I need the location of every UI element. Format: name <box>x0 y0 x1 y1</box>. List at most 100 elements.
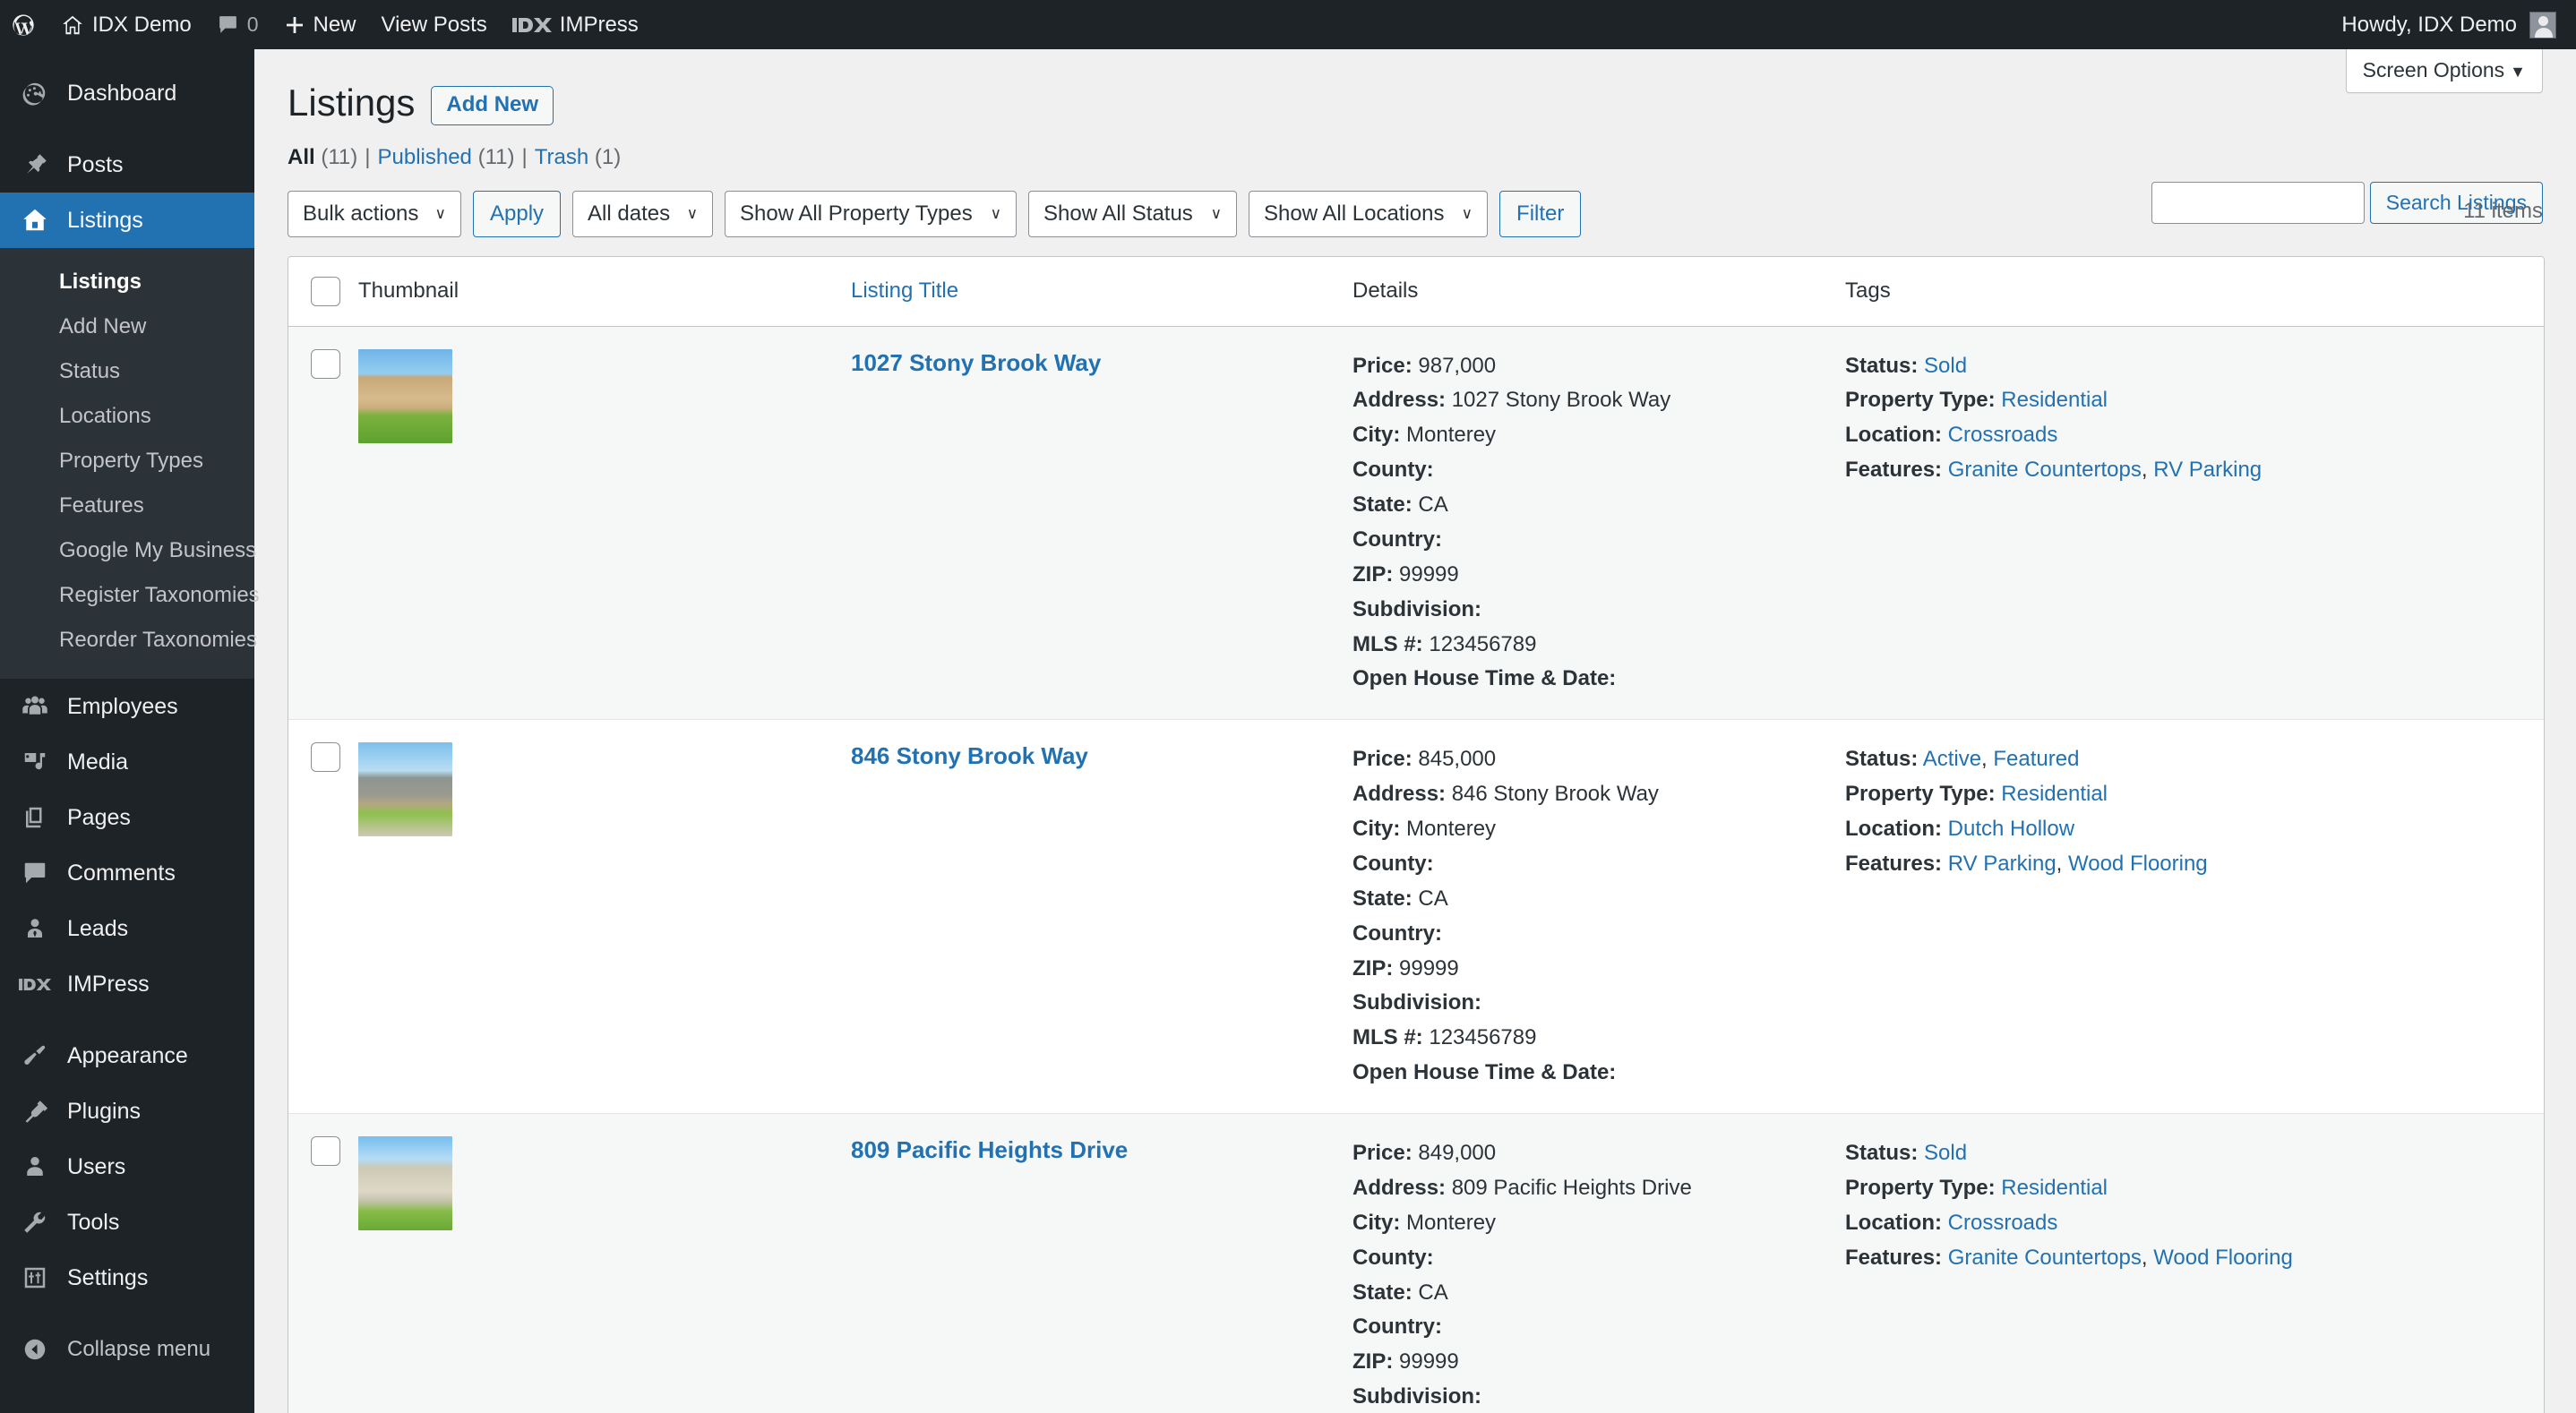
row-select-checkbox[interactable] <box>311 1136 340 1167</box>
table-row: 846 Stony Brook Way Price: 845,000 Address… <box>288 719 2544 1114</box>
sidebar-item-posts[interactable]: Posts <box>0 137 254 193</box>
listing-title-link[interactable]: 846 Stony Brook Way <box>851 742 1088 769</box>
detail-state: State: CA <box>1352 886 1448 911</box>
tag-link[interactable]: Residential <box>2001 388 2108 412</box>
listing-title-link[interactable]: 1027 Stony Brook Way <box>851 349 1101 376</box>
account-menu[interactable]: Howdy, IDX Demo <box>2341 11 2576 39</box>
admin-sidebar-menu: Dashboard Posts Listings Listings Add Ne… <box>0 49 260 1413</box>
detail-city: City: Monterey <box>1352 423 1497 448</box>
listing-thumbnail[interactable] <box>358 1136 452 1231</box>
sidebar-item-comments[interactable]: Comments <box>0 845 254 901</box>
collapse-menu-label: Collapse menu <box>67 1337 211 1361</box>
submenu-item-status[interactable]: Status <box>0 349 254 394</box>
comments-button[interactable]: 0 <box>204 0 271 49</box>
sidebar-item-media[interactable]: Media <box>0 734 254 790</box>
bulk-actions-select[interactable]: Bulk actions <box>288 190 461 237</box>
select-all-checkbox[interactable] <box>311 276 340 306</box>
view-trash-link[interactable]: Trash <box>535 145 588 169</box>
sidebar-item-leads[interactable]: Leads <box>0 901 254 956</box>
sidebar-item-label: Listings <box>67 207 143 233</box>
screen-options-button[interactable]: Screen Options ▼ <box>2345 49 2543 93</box>
view-posts-button[interactable]: View Posts <box>369 0 500 49</box>
submenu-item-add-new[interactable]: Add New <box>0 304 254 349</box>
listing-thumbnail[interactable] <box>358 742 452 837</box>
view-published-count: (11) <box>477 144 515 169</box>
detail-address: Address: 1027 Stony Brook Way <box>1352 388 1671 413</box>
sort-listing-title-link[interactable]: Listing Title <box>851 278 958 303</box>
property-type-filter-select[interactable]: Show All Property Types <box>725 190 1018 237</box>
add-new-button[interactable]: Add New <box>431 86 554 126</box>
submenu-item-google-my-business[interactable]: Google My Business <box>0 528 256 573</box>
sidebar-item-pages[interactable]: Pages <box>0 790 254 845</box>
tag-link[interactable]: Granite Countertops <box>1948 1246 2142 1270</box>
submenu-item-features[interactable]: Features <box>0 484 254 528</box>
howdy-label: Howdy, IDX Demo <box>2341 12 2517 37</box>
tag-link[interactable]: Sold <box>1924 1141 1967 1165</box>
sidebar-item-listings[interactable]: Listings <box>0 193 254 248</box>
tag-link[interactable]: RV Parking <box>2153 458 2262 482</box>
sidebar-item-plugins[interactable]: Plugins <box>0 1083 254 1139</box>
view-trash-count: (1) <box>594 144 622 169</box>
tag-link[interactable]: Dutch Hollow <box>1948 817 2074 841</box>
sidebar-item-label: Settings <box>67 1264 149 1290</box>
comment-count: 0 <box>246 13 259 36</box>
wordpress-logo-button[interactable] <box>0 0 48 49</box>
tag-link[interactable]: RV Parking <box>1948 852 2057 876</box>
tag-link[interactable]: Sold <box>1924 354 1967 378</box>
new-content-button[interactable]: New <box>271 0 369 49</box>
detail-zip: ZIP: 99999 <box>1352 1349 1459 1374</box>
media-icon <box>19 746 51 778</box>
tag-link[interactable]: Residential <box>2001 782 2108 806</box>
sidebar-item-tools[interactable]: Tools <box>0 1195 254 1250</box>
row-select-checkbox[interactable] <box>311 348 340 379</box>
date-filter-select[interactable]: All dates <box>572 190 714 237</box>
sliders-icon <box>19 1262 51 1294</box>
detail-county: County: <box>1352 458 1434 483</box>
brush-icon <box>19 1040 51 1072</box>
apply-button[interactable]: Apply <box>473 190 562 237</box>
sidebar-item-dashboard[interactable]: Dashboard <box>0 65 254 121</box>
sidebar-item-label: Appearance <box>67 1042 188 1068</box>
column-header-thumbnail: Thumbnail <box>358 256 851 327</box>
sidebar-item-appearance[interactable]: Appearance <box>0 1028 254 1083</box>
tag-link[interactable]: Wood Flooring <box>2068 852 2208 876</box>
plug-icon <box>19 1095 51 1127</box>
sidebar-item-employees[interactable]: Employees <box>0 679 254 734</box>
submenu-item-register-taxonomies[interactable]: Register Taxonomies <box>0 573 260 618</box>
tag-location: Location: Dutch Hollow <box>1845 817 2075 842</box>
tag-link[interactable]: Featured <box>1993 747 2079 771</box>
submenu-item-property-types[interactable]: Property Types <box>0 439 254 484</box>
submenu-item-reorder-taxonomies[interactable]: Reorder Taxonomies <box>0 618 257 663</box>
view-all-link[interactable]: All <box>288 145 315 169</box>
lead-icon <box>19 912 51 945</box>
sidebar-item-settings[interactable]: Settings <box>0 1250 254 1306</box>
detail-zip: ZIP: 99999 <box>1352 561 1459 587</box>
plus-icon <box>284 14 305 36</box>
site-name-button[interactable]: IDX Demo <box>48 0 204 49</box>
submenu-item-locations[interactable]: Locations <box>0 394 254 439</box>
detail-city: City: Monterey <box>1352 817 1497 842</box>
submenu-item-listings[interactable]: Listings <box>0 260 254 304</box>
page-title: Listings <box>288 81 416 124</box>
tag-link[interactable]: Residential <box>2001 1176 2108 1200</box>
status-filter-select[interactable]: Show All Status <box>1028 190 1238 237</box>
idx-logo-icon <box>19 968 51 1000</box>
tag-link[interactable]: Crossroads <box>1948 423 2058 447</box>
sidebar-item-impress[interactable]: IMPress <box>0 956 254 1012</box>
listing-thumbnail[interactable] <box>358 348 452 443</box>
tag-status: Status: Active, Featured <box>1845 747 2080 772</box>
detail-country: Country: <box>1352 921 1442 946</box>
filter-button[interactable]: Filter <box>1499 190 1582 237</box>
tag-link[interactable]: Active <box>1923 747 1981 771</box>
tag-features: Features: Granite Countertops, Wood Floo… <box>1845 1245 2293 1270</box>
tag-link[interactable]: Crossroads <box>1948 1211 2058 1235</box>
impress-menu-button[interactable]: IMPress <box>500 0 651 49</box>
collapse-menu-button[interactable]: Collapse menu <box>0 1322 254 1377</box>
tag-link[interactable]: Granite Countertops <box>1948 458 2142 482</box>
listing-title-link[interactable]: 809 Pacific Heights Drive <box>851 1136 1128 1163</box>
tag-link[interactable]: Wood Flooring <box>2153 1246 2293 1270</box>
location-filter-select[interactable]: Show All Locations <box>1249 190 1489 237</box>
row-select-checkbox[interactable] <box>311 742 340 773</box>
view-published-link[interactable]: Published <box>377 145 471 169</box>
sidebar-item-users[interactable]: Users <box>0 1139 254 1195</box>
